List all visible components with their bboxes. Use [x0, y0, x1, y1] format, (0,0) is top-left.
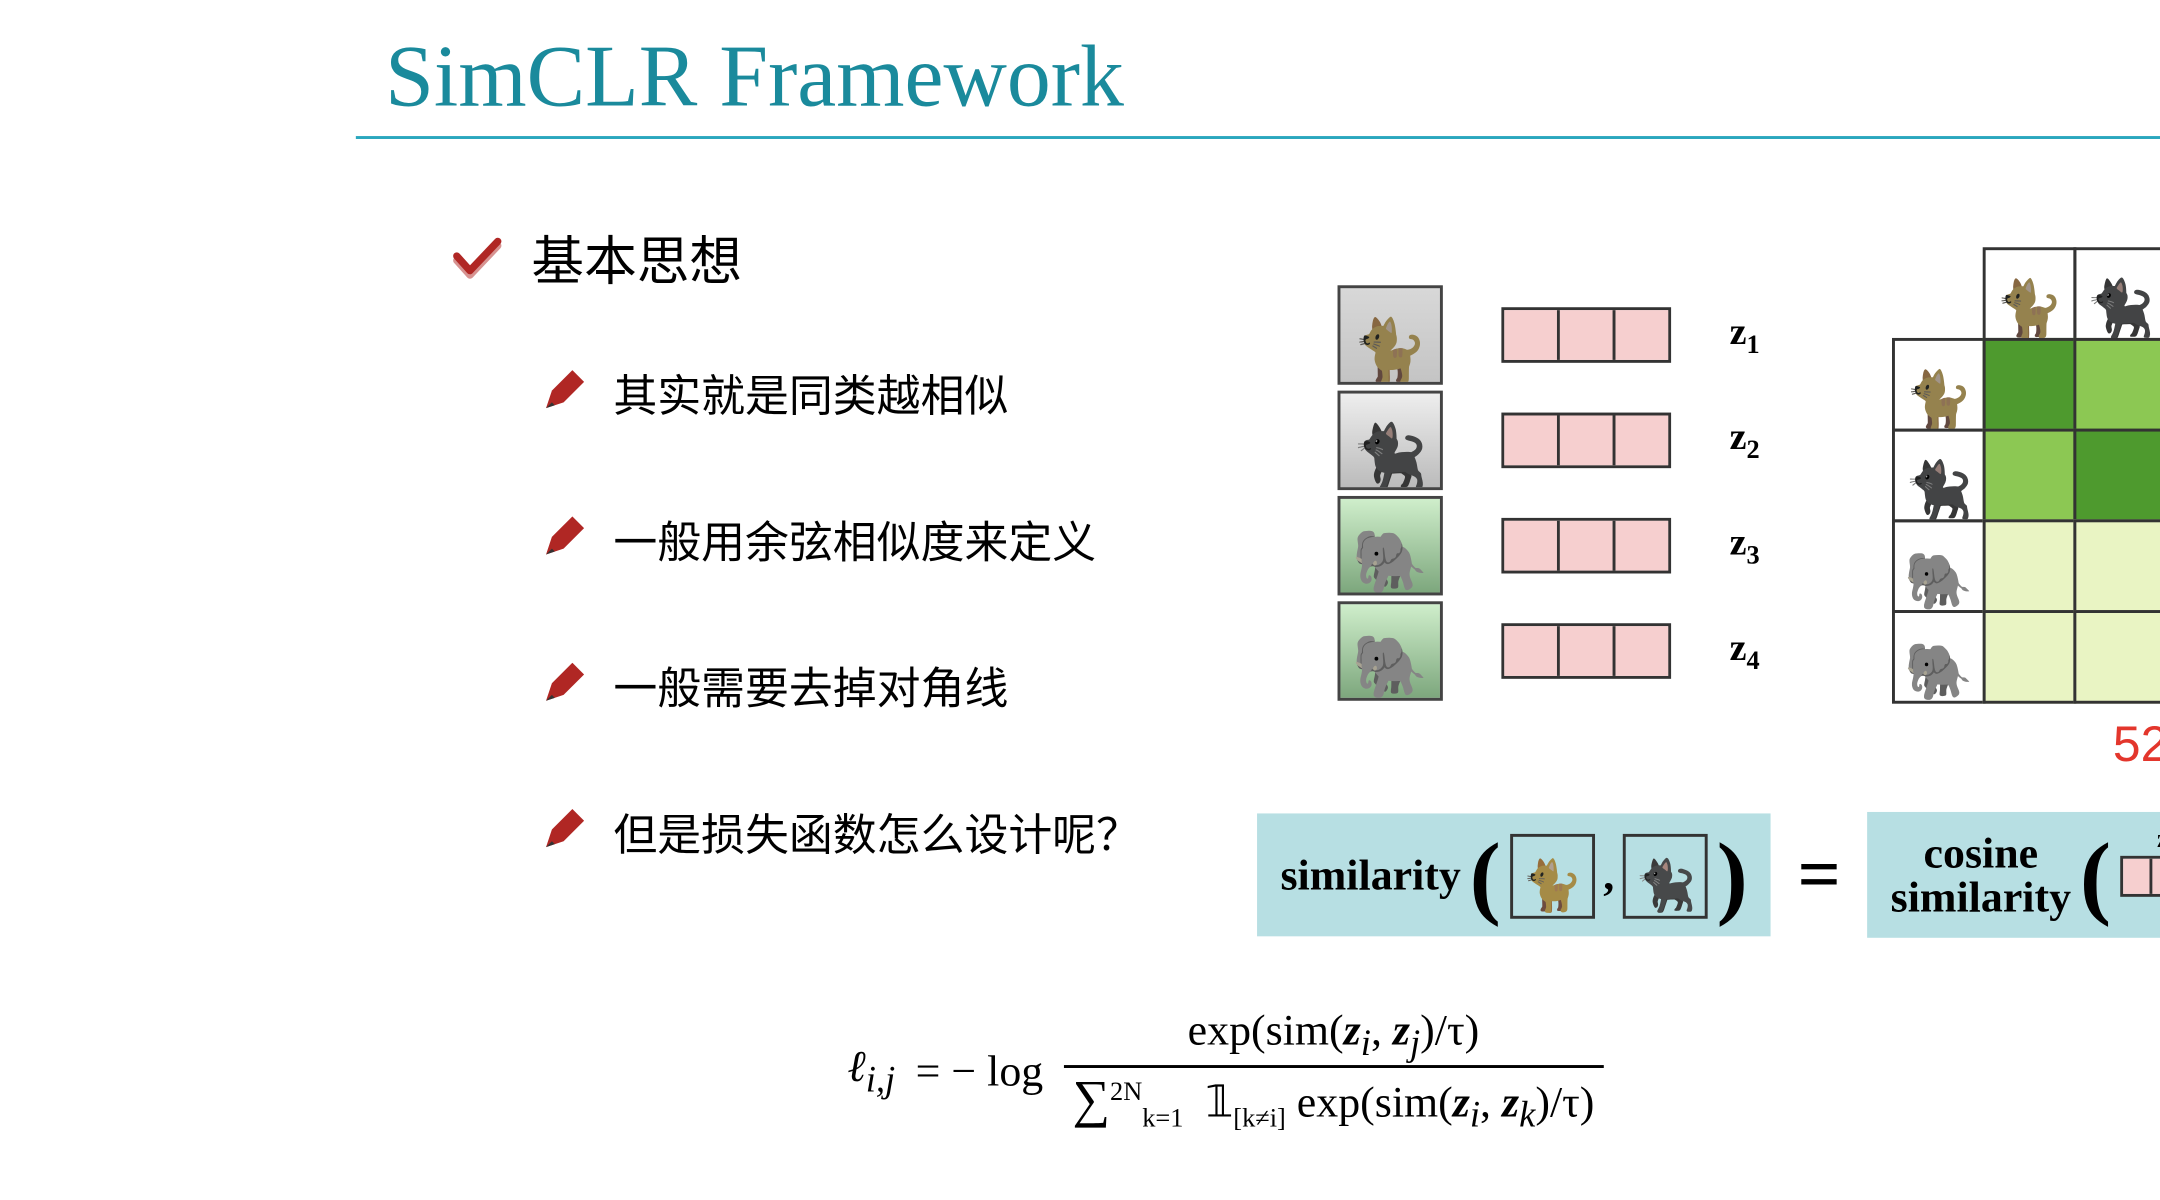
bullet-2-text: 一般用余弦相似度来定义	[613, 506, 1096, 570]
pencil-icon	[540, 663, 584, 707]
embedding-row-2: 🐈‍⬛ z2	[1338, 391, 1760, 490]
xi-thumb: xᵢ🐈	[1510, 834, 1595, 919]
bullet-4-text: 但是损失函数怎么设计呢？	[613, 799, 1140, 863]
loss-formula: ℓi,j = − log exp(sim(zi, zj)/τ) ∑2Nk=1 𝟙…	[847, 1007, 1603, 1137]
bullet-4: 但是损失函数怎么设计呢？	[540, 799, 1242, 863]
similarity-left-panel: similarity ( xᵢ🐈 , xⱼ🐈‍⬛ )	[1257, 813, 1771, 936]
check-icon	[452, 236, 502, 280]
z4-label: z4	[1730, 626, 1760, 676]
bullet-3: 一般需要去掉对角线	[540, 652, 1242, 716]
matrix-row-head-3: 🐘	[1892, 519, 1986, 613]
embedding-rows: 🐈 z1 🐈‍⬛ z2 🐘 z3 🐘 z4	[1338, 285, 1760, 706]
similarity-matrix: 🐈 🐈‍⬛ 🐘 🐘 🐈 🐈‍⬛ 🐘 🐘 520 520	[1893, 249, 2160, 703]
slide-title: SimCLR Framework	[350, 0, 2160, 127]
elephant-image-1: 🐘	[1338, 496, 1443, 595]
cosine-word: cosine	[1924, 832, 2039, 876]
xj-thumb: xⱼ🐈‍⬛	[1623, 834, 1708, 919]
z3-label: z3	[1730, 521, 1760, 571]
z1-label: z1	[1730, 310, 1760, 360]
title-underline	[356, 136, 2160, 139]
matrix-col-head-1: 🐈	[1983, 247, 2077, 341]
bullet-1-text: 其实就是同类越相似	[613, 360, 1008, 424]
bullet-3-text: 一般需要去掉对角线	[613, 652, 1008, 716]
bullet-top: 基本思想	[452, 219, 1242, 295]
bullet-top-text: 基本思想	[531, 219, 742, 295]
cat-image-2: 🐈‍⬛	[1338, 391, 1443, 490]
embedding-row-1: 🐈 z1	[1338, 285, 1760, 384]
embedding-row-3: 🐘 z3	[1338, 496, 1760, 595]
z2-label: z2	[1730, 415, 1760, 465]
bullet-list: 基本思想 其实就是同类越相似 一般用余弦相似度来定义 一般需要去掉对角线 但是损…	[452, 219, 1242, 945]
embedding-row-4: 🐘 z4	[1338, 601, 1760, 700]
cosine-right-panel: cosine similarity ( zᵢ , zⱼ )	[1867, 812, 2160, 938]
zi-vec: zᵢ	[2120, 856, 2160, 897]
equals-sign: =	[1798, 832, 1841, 918]
matrix-row-head-4: 🐘	[1892, 610, 1986, 704]
pencil-icon	[540, 809, 584, 853]
vector-z3	[1501, 518, 1671, 574]
pencil-icon	[540, 370, 584, 414]
matrix-dim-bottom: 520	[2113, 717, 2160, 774]
vector-z1	[1501, 307, 1671, 363]
matrix-row-head-1: 🐈	[1892, 338, 1986, 432]
bullet-1: 其实就是同类越相似	[540, 360, 1242, 424]
pencil-icon	[540, 516, 584, 560]
vector-z4	[1501, 623, 1671, 679]
similarity-word: similarity	[1280, 851, 1460, 901]
bullet-2: 一般用余弦相似度来定义	[540, 506, 1242, 570]
similarity-equation: similarity ( xᵢ🐈 , xⱼ🐈‍⬛ ) = cosine simi…	[1257, 812, 2160, 938]
elephant-image-2: 🐘	[1338, 601, 1443, 700]
matrix-row-head-2: 🐈‍⬛	[1892, 429, 1986, 523]
matrix-col-head-2: 🐈‍⬛	[2073, 247, 2160, 341]
similarity-word-2: similarity	[1891, 876, 2071, 920]
cat-image-1: 🐈	[1338, 285, 1443, 384]
vector-z2	[1501, 413, 1671, 469]
slide: SimCLR Framework 基本思想 其实就是同类越相似 一般用余弦相似度…	[350, 0, 2160, 1200]
